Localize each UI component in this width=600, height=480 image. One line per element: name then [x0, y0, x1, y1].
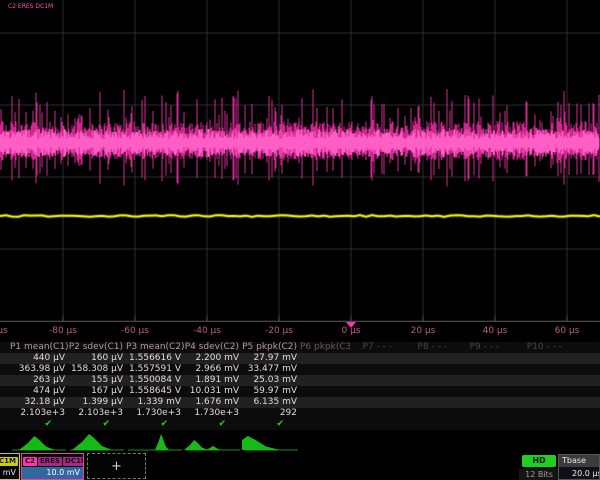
p4-num: 1.730e+3 — [184, 408, 242, 419]
p5-max: 59.97 mV — [242, 386, 300, 397]
graticule — [0, 0, 600, 322]
c2-scale-value: 10.0 mV — [22, 467, 83, 479]
p3-histicon[interactable] — [126, 430, 184, 452]
p3-max: 1.558645 V — [126, 386, 184, 397]
p3-min: 1.550084 V — [126, 375, 184, 386]
p1-value: 440 µV — [10, 353, 68, 364]
p2-sdev: 1.399 µV — [68, 397, 126, 408]
p4-min: 1.891 mV — [184, 375, 242, 386]
c1-descriptor-box[interactable]: DC1M 0 mV — [0, 453, 20, 480]
tick-label: -60 µs — [113, 326, 157, 336]
c1-coupling-badge: DC1M — [0, 457, 18, 466]
p5-sdev: 6.135 mV — [242, 397, 300, 408]
measure-header-p8[interactable]: P8 - - - — [397, 342, 447, 353]
p4-histicon[interactable] — [184, 430, 242, 452]
measure-column-p3: P3 mean(C2) 1.556616 V 1.557591 V 1.5500… — [126, 342, 184, 429]
c2-eres-badge: ERES — [38, 457, 62, 466]
p4-max: 10.031 mV — [184, 386, 242, 397]
trigger-position-marker[interactable] — [346, 322, 356, 328]
p3-sdev: 1.339 mV — [126, 397, 184, 408]
timebase-scale: 20.0 µs — [559, 467, 599, 480]
p5-min: 25.03 mV — [242, 375, 300, 386]
p3-mean: 1.557591 V — [126, 364, 184, 375]
measure-column-p2: P2 sdev(C1) 160 µV 158.308 µV 155 µV 167… — [68, 342, 126, 429]
plus-icon: + — [111, 460, 122, 473]
measure-header-p2[interactable]: P2 sdev(C1) — [68, 342, 126, 353]
measure-header-p9[interactable]: P9 - - - — [449, 342, 499, 353]
p4-mean: 2.966 mV — [184, 364, 242, 375]
time-axis: -100 µs -80 µs -60 µs -40 µs -20 µs 0 µs… — [0, 322, 600, 341]
p1-max: 474 µV — [10, 386, 68, 397]
descriptor-bar: DC1M 0 mV C2 ERES DC1M 10.0 mV + HD 12 B… — [0, 453, 600, 480]
add-channel-button[interactable]: + — [87, 453, 146, 479]
hd-mode-badge[interactable]: HD — [522, 455, 556, 467]
p4-status-icon: ✔ — [184, 419, 242, 429]
p5-num: 292 — [242, 408, 300, 419]
tick-label: 60 µs — [545, 326, 589, 336]
p2-max: 167 µV — [68, 386, 126, 397]
tick-label: -20 µs — [257, 326, 301, 336]
p2-value: 160 µV — [68, 353, 126, 364]
measure-header-p10[interactable]: P10 - - - — [512, 342, 562, 353]
p3-num: 1.730e+3 — [126, 408, 184, 419]
timebase-title: Tbase — [559, 455, 599, 467]
measure-column-p5: P5 pkpk(C2) 27.97 mV 33.477 mV 25.03 mV … — [242, 342, 300, 429]
histicon-strip — [0, 430, 600, 452]
p3-status-icon: ✔ — [126, 419, 184, 429]
p1-mean: 363.98 µV — [10, 364, 68, 375]
measure-header-p4[interactable]: P4 sdev(C2) — [184, 342, 242, 353]
p1-status-icon: ✔ — [10, 419, 68, 429]
measure-table: P1 mean(C1) 440 µV 363.98 µV 263 µV 474 … — [0, 342, 600, 430]
measure-header-p7[interactable]: P7 - - - — [342, 342, 392, 353]
c1-scale-value: 0 mV — [0, 467, 19, 479]
c2-descriptor-box[interactable]: C2 ERES DC1M 10.0 mV — [21, 453, 84, 480]
p2-min: 155 µV — [68, 375, 126, 386]
p2-num: 2.103e+3 — [68, 408, 126, 419]
p5-value: 27.97 mV — [242, 353, 300, 364]
p2-histicon[interactable] — [68, 430, 126, 452]
p3-value: 1.556616 V — [126, 353, 184, 364]
p4-sdev: 1.676 mV — [184, 397, 242, 408]
p5-mean: 33.477 mV — [242, 364, 300, 375]
measure-header-p3[interactable]: P3 mean(C2) — [126, 342, 184, 353]
p1-sdev: 32.18 µV — [10, 397, 68, 408]
adc-bits-label: 12 Bits — [519, 469, 559, 480]
p2-mean: 158.308 µV — [68, 364, 126, 375]
measure-column-p1: P1 mean(C1) 440 µV 363.98 µV 263 µV 474 … — [10, 342, 68, 429]
tick-label: -40 µs — [185, 326, 229, 336]
p1-num: 2.103e+3 — [10, 408, 68, 419]
c2-coupling-badge: DC1M — [63, 457, 84, 466]
p2-status-icon: ✔ — [68, 419, 126, 429]
timebase-box[interactable]: Tbase 20.0 µs — [558, 454, 600, 480]
tick-label: -80 µs — [41, 326, 85, 336]
p5-histicon[interactable] — [242, 430, 300, 452]
measure-header-p1[interactable]: P1 mean(C1) — [10, 342, 68, 353]
p5-status-icon: ✔ — [242, 419, 300, 429]
waveform-grid: C2 ERES DC1M — [0, 0, 600, 322]
measure-column-p4: P4 sdev(C2) 2.200 mV 2.966 mV 1.891 mV 1… — [184, 342, 242, 429]
tick-label: 20 µs — [401, 326, 445, 336]
measure-header-p5[interactable]: P5 pkpk(C2) — [242, 342, 300, 353]
c2-channel-badge: C2 — [23, 457, 37, 466]
tick-label: -100 µs — [0, 326, 13, 336]
p1-min: 263 µV — [10, 375, 68, 386]
trace-annotation: C2 ERES DC1M — [8, 3, 53, 11]
p4-value: 2.200 mV — [184, 353, 242, 364]
tick-label: 40 µs — [473, 326, 517, 336]
p1-histicon[interactable] — [10, 430, 68, 452]
